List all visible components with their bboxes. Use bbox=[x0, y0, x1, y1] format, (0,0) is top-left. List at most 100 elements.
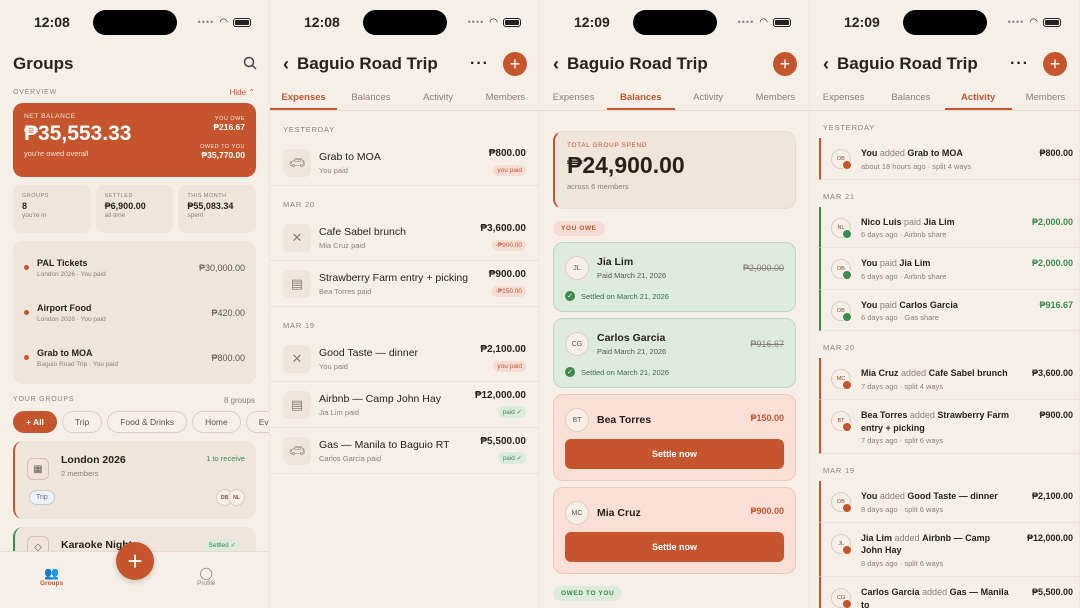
chip-events[interactable]: Eve bbox=[245, 411, 269, 433]
activity-row[interactable]: DB You added Good Taste — dinner 8 days ag… bbox=[819, 481, 1079, 523]
expense-row[interactable]: ▤ Strawberry Farm entry + picking Bea Tor… bbox=[270, 261, 539, 307]
activity-sub: 8 days ago · split 6 ways bbox=[861, 558, 944, 568]
expense-row[interactable]: 🚗︎ Grab to MOA You paid ₱800.00 you paid bbox=[270, 140, 539, 186]
activity-verb: paid bbox=[879, 299, 897, 310]
status-time: 12:09 bbox=[844, 14, 880, 30]
more-icon[interactable]: ··· bbox=[1010, 55, 1029, 73]
wifi-icon: ◠ bbox=[219, 16, 228, 28]
chip-trip[interactable]: Trip bbox=[61, 411, 103, 433]
status-time: 12:08 bbox=[304, 14, 340, 30]
activity-actor: You bbox=[861, 258, 878, 269]
activity-sub: about 18 hours ago · split 4 ways bbox=[861, 161, 972, 171]
hide-button[interactable]: Hide ⌃ bbox=[230, 88, 255, 97]
balance-card-settled[interactable]: JL Jia Lim Paid March 21, 2026 ₱2,000.00… bbox=[553, 242, 796, 312]
groups-count: 8 groups bbox=[223, 396, 255, 405]
nav-profile[interactable]: ◯ Profile bbox=[197, 566, 215, 587]
activity-actor: You bbox=[861, 491, 878, 502]
you-owe-block: YOU OWE ₱216.67 bbox=[213, 116, 245, 132]
tab-members[interactable]: Members bbox=[1012, 84, 1079, 110]
tab-expenses[interactable]: Expenses bbox=[270, 84, 338, 110]
stat-label: SETTLED bbox=[104, 193, 133, 199]
avatar: JL bbox=[831, 533, 852, 555]
activity-row[interactable]: MC Mia Cruz added Cafe Sabel brunch 7 days… bbox=[819, 358, 1079, 400]
total-spend-label: TOTAL GROUP SPEND bbox=[567, 142, 648, 149]
tab-balances[interactable]: Balances bbox=[607, 84, 675, 110]
expense-row[interactable]: ▤ Airbnb — Camp John Hay Jia Lim paid ₱12… bbox=[270, 382, 539, 428]
chip-food-drinks[interactable]: Food & Drinks bbox=[107, 411, 188, 433]
expense-title: Good Taste — dinner bbox=[319, 346, 419, 359]
add-button[interactable]: + bbox=[1043, 52, 1067, 76]
back-icon[interactable]: ‹ bbox=[823, 54, 829, 75]
dynamic-island bbox=[903, 10, 987, 35]
item-amount: ₱30,000.00 bbox=[198, 262, 245, 273]
back-icon[interactable]: ‹ bbox=[553, 54, 559, 75]
activity-sub: 6 days ago · Airbnb share bbox=[861, 230, 947, 240]
chip-all[interactable]: + All bbox=[13, 411, 57, 433]
expense-sub: Mia Cruz paid bbox=[319, 240, 366, 250]
stat-value: ₱55,083.34 bbox=[187, 201, 234, 211]
expense-pill: -₱150.00 bbox=[491, 286, 526, 297]
expense-pill: you paid bbox=[493, 165, 526, 176]
tab-balances[interactable]: Balances bbox=[877, 84, 944, 110]
activity-row[interactable]: DB You paid Jia Lim 6 days ago · Airbnb sh… bbox=[819, 248, 1079, 290]
signal-icon: •••• bbox=[467, 17, 485, 27]
list-item[interactable]: Grab to MOA Baguio Road Trip · You paid ₱… bbox=[13, 335, 256, 380]
add-expense-fab[interactable]: + bbox=[116, 542, 154, 580]
list-item[interactable]: PAL Tickets London 2026 · You paid ₱30,00… bbox=[13, 245, 256, 290]
expense-row[interactable]: ✕ Cafe Sabel brunch Mia Cruz paid ₱3,600.… bbox=[270, 215, 539, 261]
back-icon[interactable]: ‹ bbox=[283, 54, 289, 75]
balance-amount: ₱900.00 bbox=[750, 506, 784, 516]
expense-row[interactable]: ✕ Good Taste — dinner You paid ₱2,100.00 y… bbox=[270, 336, 539, 382]
group-card-london[interactable]: ▦ London 2026 2 members 1 to receive Tri… bbox=[13, 441, 256, 519]
add-button[interactable]: + bbox=[503, 52, 527, 76]
page-title: Baguio Road Trip bbox=[567, 54, 708, 73]
balance-card-owe: MC Mia Cruz ₱900.00 Settle now bbox=[553, 487, 796, 574]
activity-row[interactable]: NL Nico Luis paid Jia Lim 6 days ago · Air… bbox=[819, 206, 1079, 249]
list-item[interactable]: Airport Food London 2026 · You paid ₱420.… bbox=[13, 290, 256, 335]
signal-icon: •••• bbox=[1007, 17, 1025, 27]
tab-members[interactable]: Members bbox=[742, 84, 809, 110]
tab-bar: Expenses Balances Activity Members bbox=[270, 84, 539, 111]
expense-amount: ₱900.00 bbox=[488, 269, 526, 280]
section-label: YESTERDAY bbox=[823, 123, 876, 132]
activity-row[interactable]: DB You added Grab to MOA about 18 hours ag… bbox=[819, 138, 1079, 180]
settle-now-button[interactable]: Settle now bbox=[565, 439, 784, 469]
tab-activity[interactable]: Activity bbox=[675, 84, 742, 110]
tab-activity[interactable]: Activity bbox=[405, 84, 472, 110]
balance-card-settled[interactable]: CG Carlos Garcia Paid March 21, 2026 ₱91… bbox=[553, 318, 796, 388]
expense-pill: you paid bbox=[493, 361, 526, 372]
battery-icon bbox=[233, 17, 251, 27]
more-icon[interactable]: ··· bbox=[470, 55, 489, 73]
avatar: DB bbox=[831, 492, 852, 514]
filter-chips: + All Trip Food & Drinks Home Eve bbox=[13, 411, 269, 433]
your-groups-header: YOUR GROUPS 8 groups bbox=[0, 396, 269, 405]
activity-row[interactable]: JL Jia Lim added Airbnb — Camp John Hay 8 … bbox=[819, 522, 1079, 577]
activity-row[interactable]: CG Carlos Garcia added Gas — Manila to ₱5,… bbox=[819, 576, 1079, 608]
your-groups-label: YOUR GROUPS bbox=[13, 396, 75, 403]
balances-screen: 12:09 •••• ◠ ‹ Baguio Road Trip + Expens… bbox=[540, 0, 810, 608]
expense-row[interactable]: 🚗︎ Gas — Manila to Baguio RT Carlos Garci… bbox=[270, 428, 539, 474]
settle-now-button[interactable]: Settle now bbox=[565, 532, 784, 562]
tab-expenses[interactable]: Expenses bbox=[540, 84, 607, 110]
group-members: 2 members bbox=[61, 469, 99, 478]
car-icon: 🚗︎ bbox=[283, 148, 311, 177]
settled-line: ✓ Settled on March 21, 2026 bbox=[565, 291, 669, 301]
tab-expenses[interactable]: Expenses bbox=[810, 84, 877, 110]
battery-icon bbox=[503, 17, 521, 27]
chip-home[interactable]: Home bbox=[192, 411, 241, 433]
balance-name: Carlos Garcia bbox=[597, 332, 666, 344]
total-spend-card: TOTAL GROUP SPEND ₱24,900.00 across 6 me… bbox=[553, 131, 796, 209]
tab-balances[interactable]: Balances bbox=[337, 84, 404, 110]
activity-row[interactable]: BT Bea Torres added Strawberry Farm entry… bbox=[819, 399, 1079, 455]
activity-row[interactable]: DB You paid Carlos Garcia 6 days ago · Gas… bbox=[819, 289, 1079, 332]
add-button[interactable]: + bbox=[773, 52, 797, 76]
nav-groups[interactable]: 👥 Groups bbox=[40, 566, 63, 587]
expense-title: Grab to MOA bbox=[319, 150, 381, 163]
tab-activity[interactable]: Activity bbox=[944, 84, 1012, 110]
balance-name: Jia Lim bbox=[597, 256, 634, 268]
tab-members[interactable]: Members bbox=[472, 84, 539, 110]
search-icon[interactable] bbox=[243, 56, 257, 73]
activity-verb: paid bbox=[879, 258, 897, 269]
activity-amount: ₱800.00 bbox=[1039, 148, 1073, 158]
header: ‹ Baguio Road Trip ··· + bbox=[270, 44, 539, 84]
